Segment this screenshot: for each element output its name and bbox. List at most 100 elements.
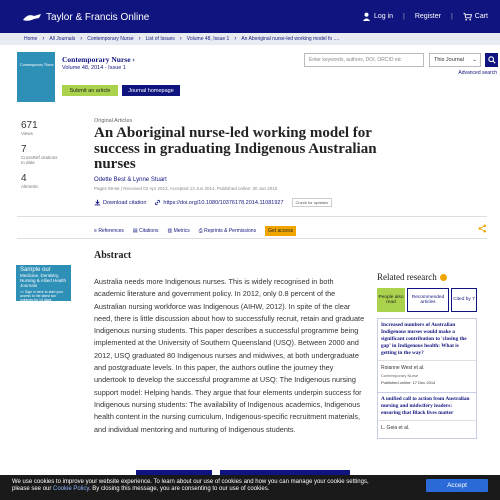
breadcrumb-all-journals[interactable]: All Journals <box>49 36 75 42</box>
journal-volume[interactable]: Volume 48, 2014 - Issue 1 <box>62 65 126 71</box>
promo-line3: >> Sign in here to start your access to … <box>20 290 64 302</box>
user-icon <box>362 12 371 21</box>
cookie-text-line1: We use cookies to improve your website e… <box>12 479 369 485</box>
abstract-text: Australia needs more Indigenous nurses. … <box>94 277 365 434</box>
breadcrumb-home[interactable]: Home <box>24 36 37 42</box>
doi-link[interactable]: https://doi.org/10.1080/10376178.2014.11… <box>154 199 284 206</box>
related-item-meta: L. Geia et al. <box>378 420 476 438</box>
altmetric-count[interactable]: 4 <box>21 173 76 184</box>
brand-name: Taylor & Francis Online <box>46 11 150 23</box>
get-access-button[interactable]: Get access <box>265 226 297 236</box>
related-list: Increased numbers of Australian Indigeno… <box>377 318 477 439</box>
logo-lamp-icon <box>23 14 41 21</box>
download-icon <box>94 199 101 206</box>
publication-info: Pages 59-66 | Received 02 Apr 2013, Acce… <box>94 186 278 191</box>
related-item-meta: Roianne West et al. Contemporary Nurse P… <box>378 360 476 392</box>
search-button[interactable] <box>485 53 498 67</box>
reprints-label: Reprints & Permissions <box>204 228 257 234</box>
header-separator: | <box>450 13 453 20</box>
references-tab[interactable]: ≡ References <box>94 228 124 234</box>
breadcrumb: Home › All Journals › Contemporary Nurse… <box>0 33 500 45</box>
promo-line2: Medicine, Dentistry, Nursing & Allied He… <box>20 273 67 288</box>
cookie-text-line2: please see our Cookie Policy. By closing… <box>12 486 488 493</box>
related-title: Increased numbers of Australian Indigeno… <box>381 322 467 356</box>
breadcrumb-current: An Aboriginal nurse-led working model fo… <box>241 36 340 42</box>
cookie-policy-link[interactable]: Cookie Policy <box>53 486 89 492</box>
promo-banner[interactable]: Sample our Medicine, Dentistry, Nursing … <box>16 265 71 302</box>
related-journal: Contemporary Nurse <box>381 373 419 378</box>
references-label: References <box>98 228 124 234</box>
doi-text: https://doi.org/10.1080/10376178.2014.11… <box>163 199 284 206</box>
related-research-heading: Related research <box>377 272 447 282</box>
article-metrics: 671 Views 7 CrossRef citations to date 4… <box>21 120 76 196</box>
tab-people-also-read[interactable]: People also read <box>377 288 405 312</box>
crossmark-badge[interactable]: Check for updates <box>291 198 332 207</box>
related-heading-text: Related research <box>377 272 437 282</box>
citations-label: Citations <box>139 228 159 234</box>
cookie-banner: We use cookies to improve your website e… <box>0 475 500 500</box>
login-link[interactable]: Log in <box>362 12 393 21</box>
metrics-tab[interactable]: ▥ Metrics <box>167 228 189 234</box>
related-item-title[interactable]: Increased numbers of Australian Indigeno… <box>378 319 476 360</box>
divider <box>17 238 487 239</box>
related-tabs: People also read Recommended articles Ci… <box>377 288 477 312</box>
brand-logo[interactable]: Taylor & Francis Online <box>22 11 149 23</box>
cookie-text-2b: . By closing this message, you are conse… <box>88 486 270 492</box>
search-scope-value: This Journal <box>434 57 464 63</box>
views-label: Views <box>21 131 33 136</box>
journal-homepage-button[interactable]: Journal homepage <box>122 85 180 96</box>
cart-link[interactable]: Cart <box>463 12 488 21</box>
article-type: Original Articles <box>94 118 133 124</box>
download-citation-label: Download citation <box>103 199 147 206</box>
article-title: An Aboriginal nurse-led working model fo… <box>94 125 377 172</box>
abstract-heading: Abstract <box>94 250 132 261</box>
journal-cover-image[interactable]: Contemporary Nurse <box>17 52 55 102</box>
reprints-tab[interactable]: ⎙ Reprints & Permissions <box>199 228 256 234</box>
metrics-label: Metrics <box>173 228 190 234</box>
top-header: Taylor & Francis Online Log in | Registe… <box>0 0 500 33</box>
share-icon[interactable] <box>478 224 487 233</box>
related-title: A unified call to action from Australian… <box>381 396 470 416</box>
citation-row: Download citation https://doi.org/10.108… <box>94 198 332 207</box>
crossref-label: CrossRef citations to date <box>21 154 58 166</box>
chevron-right-icon: › <box>42 36 45 42</box>
altmetric-label: Altmetric <box>21 183 39 189</box>
related-author: L. Geia et al. <box>381 425 410 431</box>
link-icon <box>155 199 161 206</box>
advanced-search-link[interactable]: Advanced search <box>458 70 497 76</box>
search-icon <box>487 56 496 64</box>
views-count: 671 <box>21 120 38 131</box>
header-separator: | <box>403 13 405 20</box>
breadcrumb-issues[interactable]: List of Issues <box>146 36 175 42</box>
divider <box>17 216 487 217</box>
crossref-count[interactable]: 7 <box>21 144 76 155</box>
accept-cookies-button[interactable]: Accept <box>426 479 488 492</box>
related-published: Published online: 17 Dec 2014 <box>381 380 436 385</box>
breadcrumb-journal[interactable]: Contemporary Nurse <box>87 36 133 42</box>
tab-cited-by[interactable]: Cited by 7 <box>451 288 477 312</box>
cover-title: Contemporary Nurse <box>20 62 54 67</box>
chevron-right-icon: › <box>138 36 141 42</box>
related-item-title[interactable]: A unified call to action from Australian… <box>378 392 476 420</box>
login-label: Log in <box>373 13 394 20</box>
chevron-right-icon: › <box>80 36 83 42</box>
register-link[interactable]: Register <box>415 13 441 20</box>
cart-label: Cart <box>474 13 488 20</box>
breadcrumb-volume[interactable]: Volume 48, Issue 1 <box>187 36 230 42</box>
search-input[interactable]: Enter keywords, authors, DOI, ORCID etc <box>304 53 424 67</box>
citations-tab[interactable]: ▤ Citations <box>133 228 159 234</box>
submit-article-button[interactable]: Submit an article <box>62 85 118 96</box>
related-author: Roianne West et al. <box>381 365 425 371</box>
download-citation-link[interactable]: Download citation <box>94 199 146 206</box>
search-scope-select[interactable]: This Journal ⌄ <box>429 53 481 67</box>
chevron-right-icon: › <box>234 36 237 42</box>
cookie-text-2a: please see our <box>12 486 54 492</box>
chevron-right-icon: › <box>132 55 135 64</box>
article-tools: ≡ References ▤ Citations ▥ Metrics ⎙ Rep… <box>94 226 297 236</box>
info-icon[interactable] <box>439 273 447 281</box>
journal-title-link[interactable]: Contemporary Nurse › <box>62 55 135 64</box>
chevron-right-icon: › <box>179 36 182 42</box>
article-authors[interactable]: Odette Best & Lynne Stuart <box>94 177 167 183</box>
chevron-down-icon: ⌄ <box>472 57 477 63</box>
tab-recommended[interactable]: Recommended articles <box>407 288 449 312</box>
